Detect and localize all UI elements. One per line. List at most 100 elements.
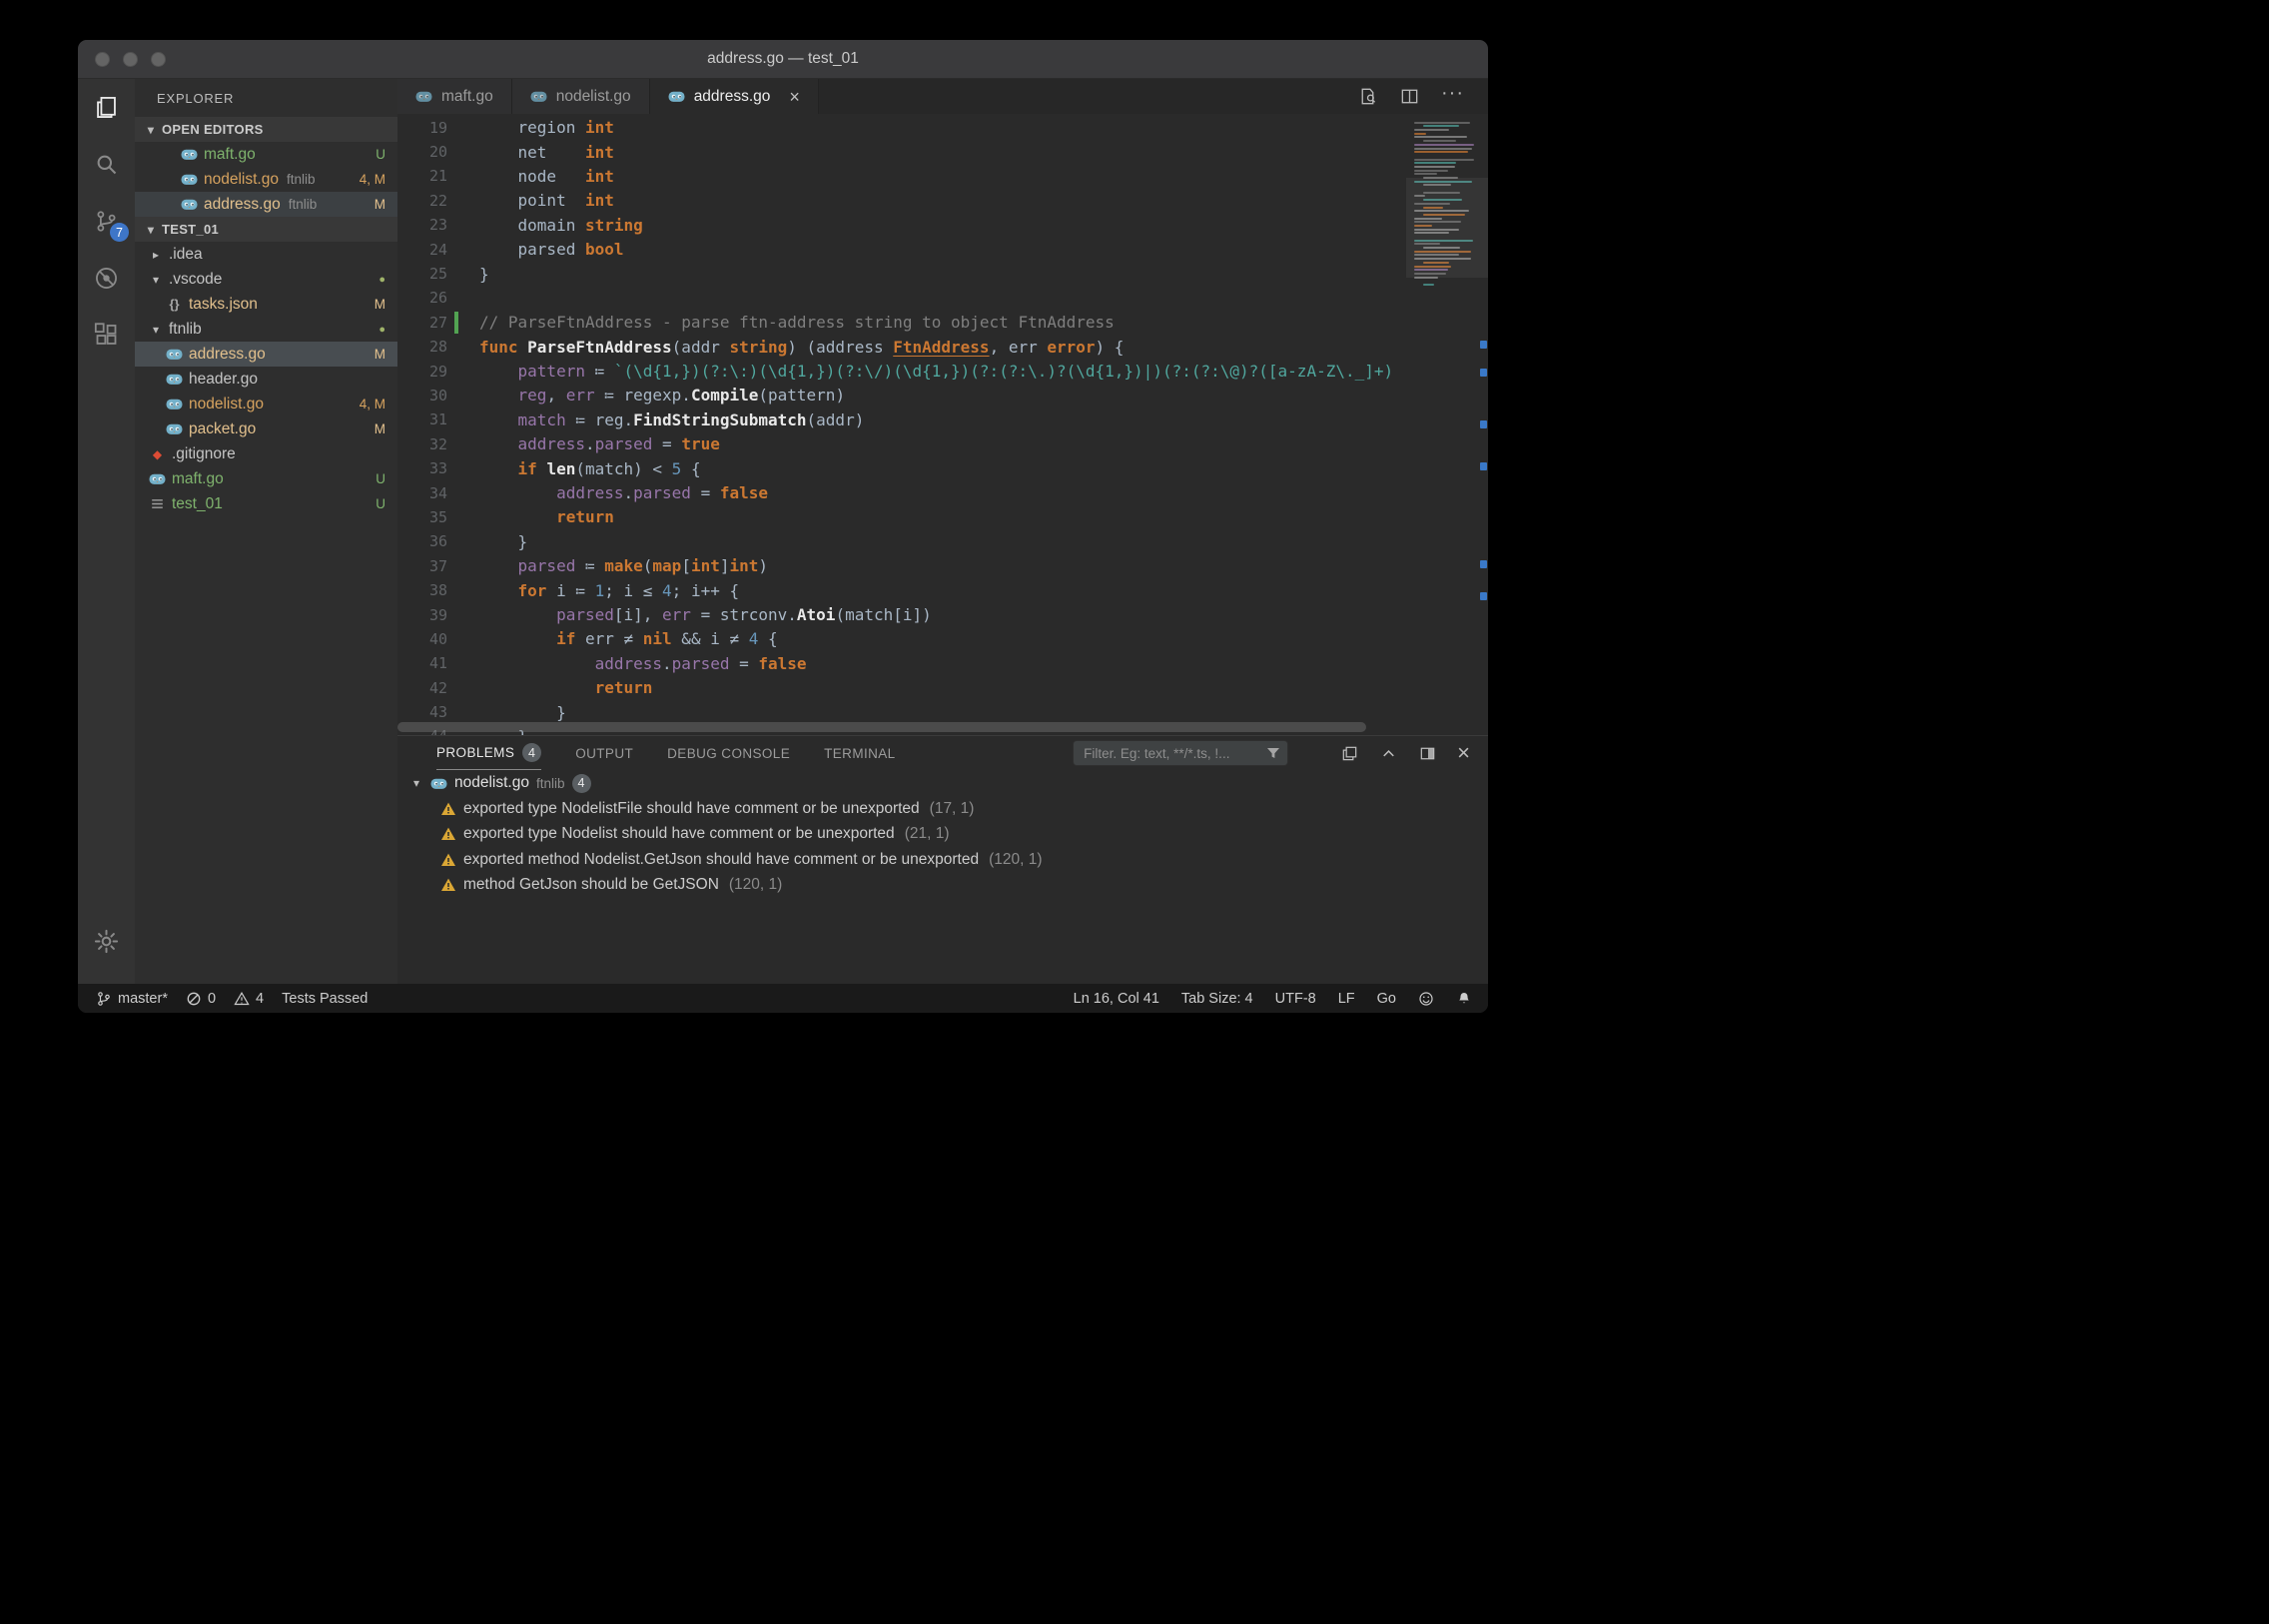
panel-tab-output[interactable]: OUTPUT [575, 736, 633, 770]
open-editor-item[interactable]: nodelist.goftnlib4, M [135, 167, 397, 192]
code-line[interactable]: 29 pattern ≔ `(\d{1,})(?:\:)(\d{1,})(?:\… [397, 359, 1488, 383]
code-line[interactable]: 41 address.parsed = false [397, 651, 1488, 675]
file-label: maft.go [172, 470, 224, 488]
move-panel-button[interactable] [1418, 744, 1437, 763]
zoom-button[interactable] [151, 52, 166, 67]
tree-item[interactable]: ◆.gitignore [135, 441, 397, 466]
editor-tab-maft-go[interactable]: maft.go [397, 79, 512, 114]
code-line[interactable]: 19 region int [397, 116, 1488, 140]
close-button[interactable] [95, 52, 110, 67]
code-line[interactable]: 26 [397, 286, 1488, 310]
line-number: 27 [397, 314, 469, 332]
line-number: 24 [397, 241, 469, 259]
split-editor-button[interactable] [1399, 86, 1420, 107]
code-line[interactable]: 24 parsed bool [397, 237, 1488, 261]
code-line[interactable]: 39 parsed[i], err = strconv.Atoi(match[i… [397, 602, 1488, 626]
code-line[interactable]: 36 } [397, 529, 1488, 553]
code-line[interactable]: 20 net int [397, 140, 1488, 164]
panel-tab-problems[interactable]: PROBLEMS4 [436, 736, 541, 770]
tree-item[interactable]: packet.goM [135, 416, 397, 441]
problem-row[interactable]: exported method Nodelist.GetJson should … [397, 847, 1488, 873]
bell-icon [1456, 991, 1472, 1007]
code-line[interactable]: 22 point int [397, 189, 1488, 213]
status-item-lf[interactable]: LF [1338, 991, 1355, 1007]
status-item-ln-16-col-41[interactable]: Ln 16, Col 41 [1074, 991, 1159, 1007]
activity-item-extensions[interactable] [78, 307, 135, 364]
file-tree: ▸.idea▾.vscode●{}tasks.jsonM▾ftnlib●addr… [135, 242, 397, 516]
minimap[interactable] [1406, 114, 1488, 735]
open-editor-item[interactable]: maft.goU [135, 142, 397, 167]
status-item-tab-size-4[interactable]: Tab Size: 4 [1181, 991, 1253, 1007]
status-item-utf-8[interactable]: UTF-8 [1275, 991, 1316, 1007]
git-status-badge: 4, M [360, 172, 385, 187]
problem-row[interactable]: method GetJson should be GetJSON(120, 1) [397, 873, 1488, 899]
status-item-bell[interactable] [1456, 991, 1472, 1007]
more-actions-button[interactable]: ··· [1441, 93, 1464, 101]
line-number: 36 [397, 532, 469, 550]
collapse-all-button[interactable] [1340, 744, 1359, 763]
status-item-go[interactable]: Go [1377, 991, 1396, 1007]
code-line[interactable]: 40 if err ≠ nil && i ≠ 4 { [397, 627, 1488, 651]
title-bar[interactable]: address.go — test_01 [78, 40, 1488, 79]
problems-file-name: nodelist.go [454, 774, 529, 792]
status-label: Tab Size: 4 [1181, 991, 1253, 1007]
panel-tab-terminal[interactable]: TERMINAL [824, 736, 895, 770]
panel-tab-debug-console[interactable]: DEBUG CONSOLE [667, 736, 790, 770]
code-line[interactable]: 33 if len(match) < 5 { [397, 456, 1488, 480]
status-item-4[interactable]: 4 [234, 991, 264, 1007]
problems-file-group[interactable]: ▾ nodelist.go ftnlib 4 [397, 770, 1488, 796]
status-item-0[interactable]: 0 [186, 991, 216, 1007]
code-line[interactable]: 32 address.parsed = true [397, 432, 1488, 456]
code-line[interactable]: 43 } [397, 700, 1488, 724]
code-line[interactable]: 25} [397, 262, 1488, 286]
settings-button[interactable] [78, 913, 135, 970]
tree-item[interactable]: ▾ftnlib● [135, 317, 397, 342]
go-file-icon [530, 88, 547, 105]
open-changes-button[interactable] [1357, 86, 1378, 107]
activity-item-search[interactable] [78, 136, 135, 193]
code-line[interactable]: 31 match ≔ reg.FindStringSubmatch(addr) [397, 407, 1488, 431]
minimize-button[interactable] [123, 52, 138, 67]
editor-tab-address-go[interactable]: address.go× [650, 79, 819, 114]
code-line[interactable]: 38 for i ≔ 1; i ≤ 4; i++ { [397, 578, 1488, 602]
status-item-feedback[interactable] [1418, 991, 1434, 1007]
problem-row[interactable]: exported type Nodelist should have comme… [397, 822, 1488, 848]
status-item-master-[interactable]: master* [96, 991, 168, 1007]
tree-item[interactable]: address.goM [135, 342, 397, 367]
minimap-slider[interactable] [1406, 178, 1488, 278]
tree-item[interactable]: test_01U [135, 491, 397, 516]
maximize-panel-button[interactable] [1379, 744, 1398, 763]
scrollbar-handle[interactable] [397, 722, 1366, 732]
code-line[interactable]: 34 address.parsed = false [397, 480, 1488, 504]
minimap-line [1414, 151, 1468, 153]
close-tab-icon[interactable]: × [789, 88, 800, 106]
code-line[interactable]: 28func ParseFtnAddress(addr string) (add… [397, 335, 1488, 359]
tree-item[interactable]: {}tasks.jsonM [135, 292, 397, 317]
horizontal-scrollbar[interactable] [397, 722, 1406, 732]
tree-item[interactable]: nodelist.go4, M [135, 392, 397, 416]
project-header[interactable]: ▾ TEST_01 [135, 217, 397, 242]
code-line[interactable]: 23 domain string [397, 213, 1488, 237]
problems-filter-input[interactable] [1073, 740, 1288, 766]
problem-row[interactable]: exported type NodelistFile should have c… [397, 796, 1488, 822]
tree-item[interactable]: maft.goU [135, 466, 397, 491]
code-line[interactable]: 27// ParseFtnAddress - parse ftn-address… [397, 311, 1488, 335]
activity-item-debug[interactable] [78, 250, 135, 307]
status-item-tests-passed[interactable]: Tests Passed [282, 991, 368, 1007]
tree-item[interactable]: ▸.idea [135, 242, 397, 267]
activity-item-explorer[interactable] [78, 79, 135, 136]
activity-item-source-control[interactable]: 7 [78, 193, 135, 250]
code-editor[interactable]: 19 region int20 net int21 node int22 poi… [397, 114, 1488, 735]
minimap-line [1414, 148, 1472, 150]
close-panel-button[interactable]: × [1457, 742, 1470, 764]
code-line[interactable]: 42 return [397, 675, 1488, 699]
tree-item[interactable]: ▾.vscode● [135, 267, 397, 292]
code-line[interactable]: 21 node int [397, 164, 1488, 188]
code-line[interactable]: 37 parsed ≔ make(map[int]int) [397, 554, 1488, 578]
tree-item[interactable]: header.go [135, 367, 397, 392]
code-line[interactable]: 35 return [397, 505, 1488, 529]
open-editor-item[interactable]: address.goftnlibM [135, 192, 397, 217]
open-editors-header[interactable]: ▾ OPEN EDITORS [135, 117, 397, 142]
code-line[interactable]: 30 reg, err ≔ regexp.Compile(pattern) [397, 384, 1488, 407]
editor-tab-nodelist-go[interactable]: nodelist.go [512, 79, 650, 114]
